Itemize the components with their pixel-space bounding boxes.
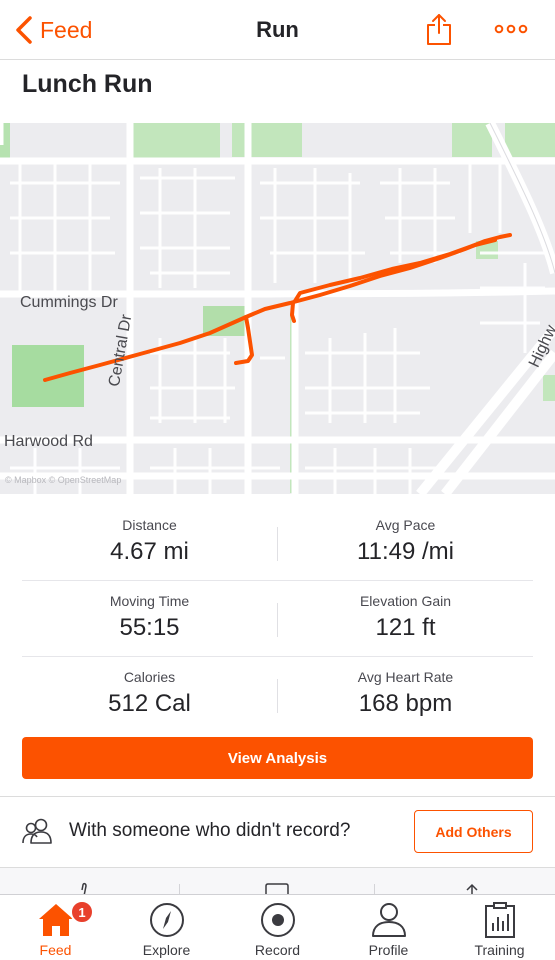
person-icon [371,903,406,937]
record-icon [260,903,295,937]
stats-row: Distance 4.67 mi Avg Pace 11:49 /mi [22,505,533,581]
share-icon[interactable] [425,12,453,46]
stat-value: 121 ft [375,614,436,641]
stat-moving-time: Moving Time 55:15 [22,581,277,642]
map-label-street: Cummings Dr [20,294,118,311]
next-section-peek [0,868,555,895]
home-icon [38,904,73,936]
map-attribution: © Mapbox © OpenStreetMap [5,475,122,485]
tab-feed[interactable]: 1 Feed [0,895,111,960]
stat-label: Avg Heart Rate [357,669,454,685]
tab-training[interactable]: Training [444,895,555,960]
stat-value: 4.67 mi [110,538,189,565]
add-others-button[interactable]: Add Others [414,810,533,853]
stat-label: Avg Pace [375,517,436,533]
activity-title: Lunch Run [22,70,153,98]
route-map[interactable]: Cummings Dr Central Dr Harwood Rd Highw … [0,123,555,494]
stat-label: Calories [123,669,176,685]
compass-icon [149,903,184,937]
add-others-prompt: With someone who didn't record? [69,820,351,841]
add-others-row: With someone who didn't record? Add Othe… [0,797,555,867]
tab-explore[interactable]: Explore [111,895,222,960]
stat-label: Elevation Gain [359,593,452,609]
training-chart-icon [484,902,515,938]
bottom-tab-bar: 1 Feed Explore Record Profile Training [0,894,555,960]
tab-label: Profile [368,942,409,958]
stat-label: Distance [122,517,177,533]
tab-record[interactable]: Record [222,895,333,960]
map-label-street: Harwood Rd [4,433,93,450]
stat-label: Moving Time [109,593,190,609]
top-nav-bar: Feed Run [0,0,555,60]
people-icon [22,818,52,844]
stat-elevation-gain: Elevation Gain 121 ft [278,581,533,642]
tab-label: Record [254,942,301,958]
stat-value: 55:15 [119,614,180,641]
tab-label: Feed [39,942,72,958]
stat-avg-pace: Avg Pace 11:49 /mi [278,505,533,566]
tab-profile[interactable]: Profile [333,895,444,960]
stat-value: 512 Cal [108,690,191,717]
view-analysis-button[interactable]: View Analysis [22,737,533,779]
notification-badge: 1 [70,900,94,924]
stat-value: 11:49 /mi [357,538,454,565]
stats-grid: Distance 4.67 mi Avg Pace 11:49 /mi Movi… [22,505,533,733]
tab-label: Explore [142,942,191,958]
stats-row: Calories 512 Cal Avg Heart Rate 168 bpm [22,657,533,733]
stat-calories: Calories 512 Cal [22,657,277,718]
stat-distance: Distance 4.67 mi [22,505,277,566]
more-dots-icon[interactable] [494,20,528,38]
page-title: Run [256,17,299,42]
stat-value: 168 bpm [358,690,453,717]
tab-label: Training [474,942,525,958]
stat-avg-heart-rate: Avg Heart Rate 168 bpm [278,657,533,718]
stats-row: Moving Time 55:15 Elevation Gain 121 ft [22,581,533,657]
